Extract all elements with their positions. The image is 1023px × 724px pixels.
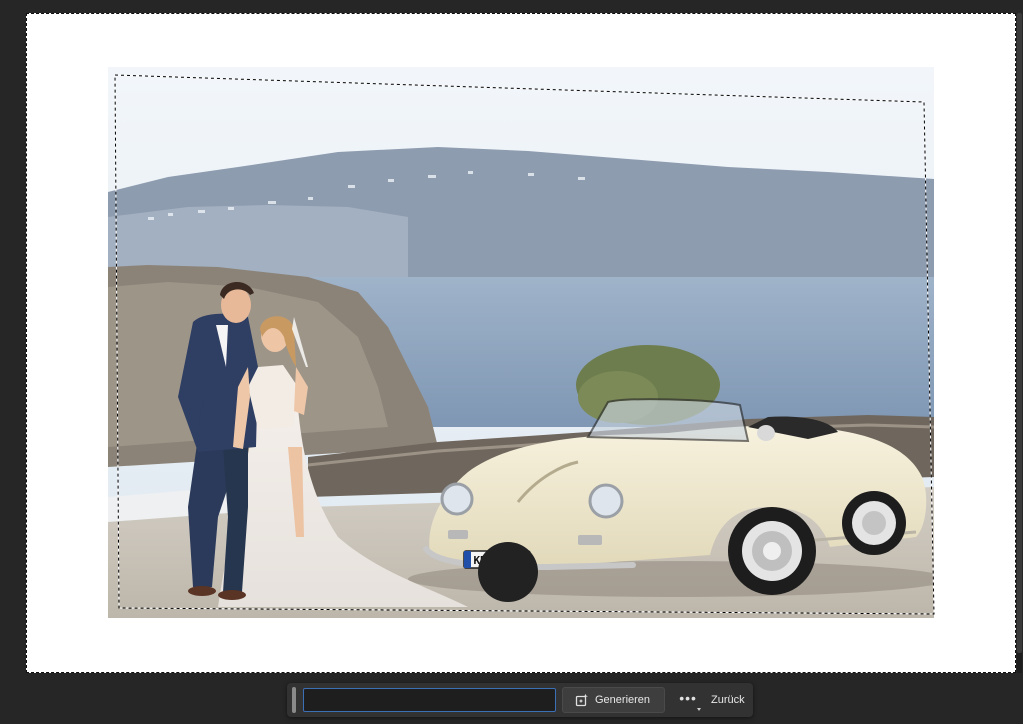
generative-prompt-input[interactable] [303, 688, 556, 712]
scrollbar-thumb[interactable] [1017, 13, 1022, 653]
generate-button[interactable]: Generieren [562, 687, 666, 713]
vertical-scrollbar[interactable] [1017, 13, 1022, 673]
workspace: KNT-6816 [0, 0, 1023, 724]
generate-button-label: Generieren [595, 694, 651, 706]
photo-layer[interactable]: KNT-6816 [108, 67, 934, 618]
back-button-label: Zurück [711, 694, 745, 706]
chevron-down-icon [697, 708, 702, 711]
back-button[interactable]: Zurück [707, 687, 749, 713]
wedding-photo: KNT-6816 [108, 67, 934, 618]
contextual-taskbar: Generieren ••• Zurück [287, 683, 753, 717]
more-options-button[interactable]: ••• [675, 687, 702, 713]
taskbar-drag-handle[interactable] [292, 687, 296, 713]
more-options-icon: ••• [679, 690, 697, 706]
generative-fill-icon [575, 693, 589, 707]
